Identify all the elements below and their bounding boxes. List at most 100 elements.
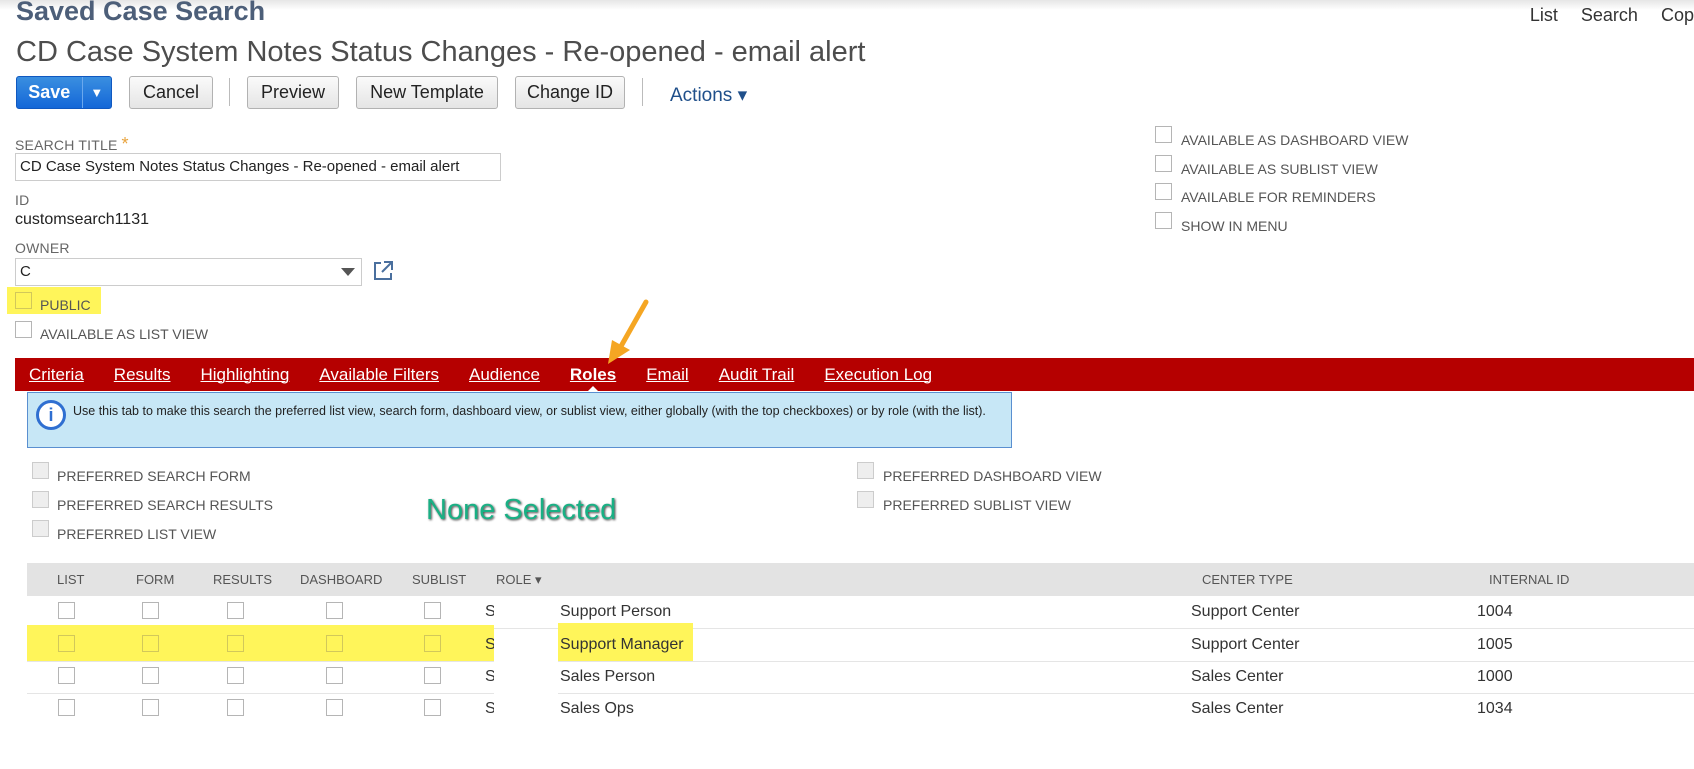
available-as-list-view-label: AVAILABLE AS LIST VIEW bbox=[40, 326, 209, 342]
dashboard-view-label: AVAILABLE AS DASHBOARD VIEW bbox=[1181, 132, 1409, 148]
row-list-checkbox[interactable] bbox=[58, 667, 75, 684]
save-dropdown-icon[interactable]: ▼ bbox=[81, 77, 111, 108]
top-links: List Search Cop bbox=[1530, 5, 1694, 26]
search-title-label: SEARCH TITLE * bbox=[15, 134, 129, 155]
row-role: Support Manager bbox=[560, 636, 684, 653]
required-marker: * bbox=[121, 134, 129, 154]
redacted-area bbox=[494, 661, 558, 693]
sublist-view-checkbox[interactable] bbox=[1155, 155, 1172, 172]
top-link-copy[interactable]: Cop bbox=[1661, 5, 1694, 25]
public-checkbox[interactable] bbox=[15, 292, 32, 309]
preferred-search-results-label: PREFERRED SEARCH RESULTS bbox=[57, 497, 274, 513]
col-list[interactable]: LIST bbox=[57, 572, 84, 587]
id-value: customsearch1131 bbox=[15, 211, 149, 228]
preferred-list-view-checkbox[interactable] bbox=[32, 520, 49, 537]
subtab-bar: Criteria Results Highlighting Available … bbox=[15, 358, 1694, 394]
table-row[interactable]: S Support Manager Support Center 1005 bbox=[27, 623, 1694, 662]
tab-criteria[interactable]: Criteria bbox=[29, 365, 84, 385]
tab-audience[interactable]: Audience bbox=[469, 365, 540, 385]
row-form-checkbox[interactable] bbox=[142, 699, 159, 716]
col-role[interactable]: ROLE ▾ bbox=[496, 572, 542, 588]
preferred-sublist-view-label: PREFERRED SUBLIST VIEW bbox=[883, 497, 1072, 513]
col-sublist[interactable]: SUBLIST bbox=[412, 572, 466, 587]
col-form[interactable]: FORM bbox=[136, 572, 174, 587]
row-sublist-checkbox[interactable] bbox=[424, 667, 441, 684]
preferred-search-form-checkbox[interactable] bbox=[32, 462, 49, 479]
row-results-checkbox[interactable] bbox=[227, 602, 244, 619]
toolbar-separator bbox=[229, 78, 230, 106]
redacted-area bbox=[494, 596, 558, 628]
preferred-sublist-view-checkbox[interactable] bbox=[857, 491, 874, 508]
cancel-button[interactable]: Cancel bbox=[129, 76, 213, 109]
search-title-input[interactable]: CD Case System Notes Status Changes - Re… bbox=[15, 153, 501, 181]
col-internal-id[interactable]: INTERNAL ID bbox=[1489, 572, 1569, 587]
change-id-button[interactable]: Change ID bbox=[515, 76, 625, 109]
row-dashboard-checkbox[interactable] bbox=[326, 635, 343, 652]
preview-button[interactable]: Preview bbox=[247, 76, 339, 109]
info-icon: i bbox=[36, 400, 66, 430]
owner-label: OWNER bbox=[15, 240, 70, 256]
toolbar-separator bbox=[642, 78, 643, 106]
row-internal-id: 1004 bbox=[1477, 603, 1513, 620]
col-results[interactable]: RESULTS bbox=[213, 572, 272, 587]
tab-highlighting[interactable]: Highlighting bbox=[200, 365, 289, 385]
info-box: i Use this tab to make this search the p… bbox=[27, 392, 1012, 448]
owner-select[interactable]: C bbox=[15, 258, 362, 286]
row-form-checkbox[interactable] bbox=[142, 635, 159, 652]
dashboard-view-checkbox[interactable] bbox=[1155, 126, 1172, 143]
preferred-dashboard-view-checkbox[interactable] bbox=[857, 462, 874, 479]
row-sublist-checkbox[interactable] bbox=[424, 602, 441, 619]
row-list-checkbox[interactable] bbox=[58, 602, 75, 619]
table-row[interactable]: S Sales Person Sales Center 1000 bbox=[27, 661, 1694, 694]
sublist-view-label: AVAILABLE AS SUBLIST VIEW bbox=[1181, 161, 1378, 177]
row-center-type: Sales Center bbox=[1191, 700, 1284, 717]
reminders-checkbox[interactable] bbox=[1155, 183, 1172, 200]
show-in-menu-label: SHOW IN MENU bbox=[1181, 218, 1288, 234]
tab-execution-log[interactable]: Execution Log bbox=[824, 365, 932, 385]
row-list-checkbox[interactable] bbox=[58, 635, 75, 652]
row-results-checkbox[interactable] bbox=[227, 635, 244, 652]
preferred-search-results-checkbox[interactable] bbox=[32, 491, 49, 508]
available-as-list-view-checkbox[interactable] bbox=[15, 321, 32, 338]
roles-grid-header: LIST FORM RESULTS DASHBOARD SUBLIST ROLE… bbox=[27, 563, 1694, 596]
row-sublist-checkbox[interactable] bbox=[424, 699, 441, 716]
reminders-label: AVAILABLE FOR REMINDERS bbox=[1181, 189, 1376, 205]
tab-audit-trail[interactable]: Audit Trail bbox=[719, 365, 795, 385]
row-dashboard-checkbox[interactable] bbox=[326, 602, 343, 619]
row-sublist-checkbox[interactable] bbox=[424, 635, 441, 652]
chevron-down-icon[interactable] bbox=[341, 268, 355, 276]
record-title: CD Case System Notes Status Changes - Re… bbox=[16, 36, 866, 68]
actions-menu[interactable]: Actions ▾ bbox=[670, 84, 747, 107]
new-template-button[interactable]: New Template bbox=[356, 76, 498, 109]
row-dashboard-checkbox[interactable] bbox=[326, 667, 343, 684]
row-role: Sales Person bbox=[560, 668, 656, 685]
row-results-checkbox[interactable] bbox=[227, 667, 244, 684]
row-center-type: Support Center bbox=[1191, 603, 1300, 620]
table-row[interactable]: S Sales Ops Sales Center 1034 bbox=[27, 693, 1694, 725]
row-role: Sales Ops bbox=[560, 700, 634, 717]
row-results-checkbox[interactable] bbox=[227, 699, 244, 716]
top-link-list[interactable]: List bbox=[1530, 5, 1558, 25]
id-label: ID bbox=[15, 192, 30, 208]
row-form-checkbox[interactable] bbox=[142, 667, 159, 684]
row-list-checkbox[interactable] bbox=[58, 699, 75, 716]
none-selected-annotation: None Selected bbox=[426, 494, 617, 526]
row-internal-id: 1005 bbox=[1477, 636, 1513, 653]
row-dashboard-checkbox[interactable] bbox=[326, 699, 343, 716]
row-form-checkbox[interactable] bbox=[142, 602, 159, 619]
redacted-area bbox=[494, 629, 558, 661]
tab-available-filters[interactable]: Available Filters bbox=[319, 365, 439, 385]
preferred-list-view-label: PREFERRED LIST VIEW bbox=[57, 526, 217, 542]
tab-results[interactable]: Results bbox=[114, 365, 171, 385]
save-button[interactable]: Save ▼ bbox=[16, 76, 112, 109]
show-in-menu-checkbox[interactable] bbox=[1155, 212, 1172, 229]
row-role: Support Person bbox=[560, 603, 672, 620]
save-button-label: Save bbox=[28, 82, 71, 102]
preferred-search-form-label: PREFERRED SEARCH FORM bbox=[57, 468, 251, 484]
open-link-icon[interactable] bbox=[372, 260, 394, 287]
col-dashboard[interactable]: DASHBOARD bbox=[300, 572, 382, 587]
page-heading: Saved Case Search bbox=[16, 0, 266, 26]
col-center-type[interactable]: CENTER TYPE bbox=[1202, 572, 1293, 587]
top-link-search[interactable]: Search bbox=[1581, 5, 1638, 25]
row-center-type: Support Center bbox=[1191, 636, 1300, 653]
